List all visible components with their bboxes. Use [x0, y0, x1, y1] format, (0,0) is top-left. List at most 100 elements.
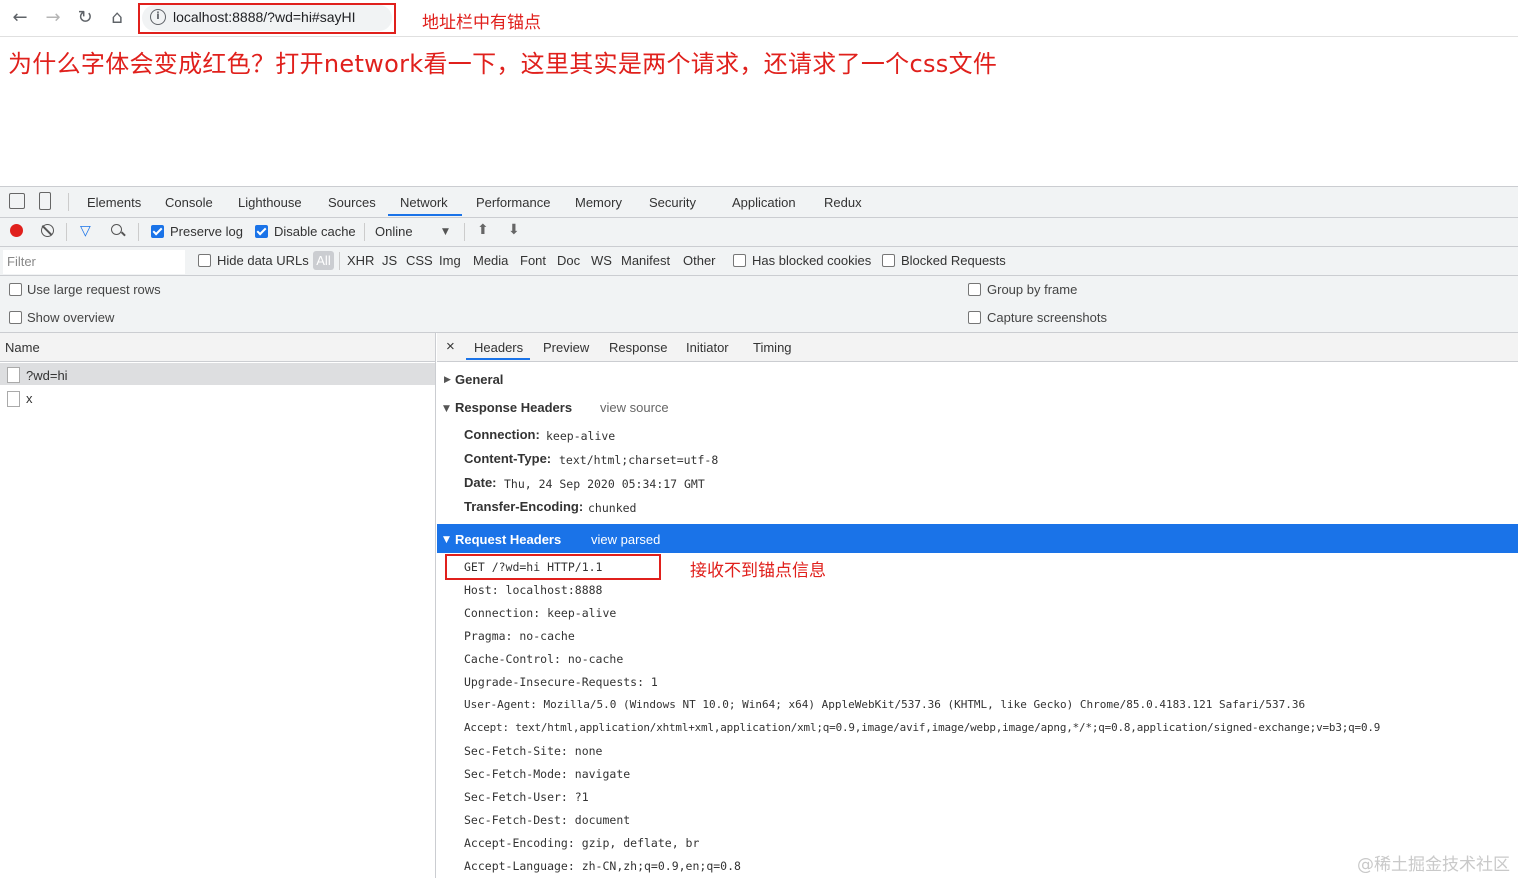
- tab-sources[interactable]: Sources: [328, 195, 376, 210]
- large-rows-checkbox[interactable]: [9, 283, 22, 296]
- show-overview-label: Show overview: [27, 310, 115, 325]
- collapse-triangle-icon[interactable]: ▼: [443, 535, 450, 545]
- tab-redux[interactable]: Redux: [824, 195, 862, 210]
- capture-screenshots-checkbox[interactable]: [968, 311, 981, 324]
- request-header-line: Cache-Control: no-cache: [464, 652, 624, 666]
- request-header-line: Accept-Language: zh-CN,zh;q=0.9,en;q=0.8: [464, 859, 741, 873]
- name-column-label: Name: [5, 340, 40, 355]
- hide-data-urls-checkbox[interactable]: [198, 254, 211, 267]
- watermark: @稀土掘金技术社区: [1357, 855, 1510, 875]
- document-icon: [7, 391, 20, 407]
- reload-icon[interactable]: ↻: [73, 6, 97, 30]
- collapse-triangle-icon[interactable]: ▼: [443, 404, 450, 414]
- header-value: chunked: [588, 501, 637, 515]
- blocked-requests-checkbox[interactable]: [882, 254, 895, 267]
- chevron-down-icon[interactable]: ▼: [442, 227, 449, 237]
- filter-type-font[interactable]: Font: [520, 253, 546, 268]
- filter-type-xhr[interactable]: XHR: [347, 253, 374, 268]
- large-rows-label: Use large request rows: [27, 282, 161, 297]
- filter-type-media[interactable]: Media: [473, 253, 508, 268]
- throttling-select[interactable]: Online: [375, 224, 413, 239]
- request-header-line: Upgrade-Insecure-Requests: 1: [464, 675, 658, 689]
- view-source-link[interactable]: view source: [600, 400, 669, 415]
- inspect-element-icon[interactable]: [9, 193, 25, 209]
- toolbar-divider: [138, 223, 139, 241]
- tab-elements[interactable]: Elements: [87, 195, 141, 210]
- header-value: keep-alive: [546, 429, 616, 443]
- response-headers-title[interactable]: Response Headers: [455, 400, 572, 415]
- tab-application[interactable]: Application: [732, 195, 796, 210]
- record-icon[interactable]: [10, 224, 23, 237]
- filter-type-doc[interactable]: Doc: [557, 253, 580, 268]
- url-highlight-box: [138, 3, 396, 34]
- show-overview-checkbox[interactable]: [9, 311, 22, 324]
- request-header-line: Sec-Fetch-Mode: navigate: [464, 767, 631, 781]
- request-line-highlight-box: [445, 554, 661, 580]
- hide-data-urls-label: Hide data URLs: [217, 253, 309, 268]
- filter-funnel-icon[interactable]: ▽: [80, 224, 91, 238]
- view-parsed-link[interactable]: view parsed: [591, 532, 660, 547]
- close-icon[interactable]: ×: [446, 338, 455, 355]
- tab-initiator[interactable]: Initiator: [686, 340, 729, 355]
- tab-preview[interactable]: Preview: [543, 340, 589, 355]
- tab-performance[interactable]: Performance: [476, 195, 550, 210]
- home-icon[interactable]: ⌂: [105, 6, 129, 30]
- filter-type-js[interactable]: JS: [382, 253, 397, 268]
- search-icon[interactable]: [111, 224, 122, 235]
- request-name[interactable]: ?wd=hi: [26, 368, 68, 383]
- active-tab-indicator: [388, 214, 462, 216]
- has-blocked-cookies-checkbox[interactable]: [733, 254, 746, 267]
- header-key: Content-Type:: [464, 451, 552, 466]
- tab-divider: [68, 193, 69, 211]
- tab-response[interactable]: Response: [609, 340, 668, 355]
- filter-divider: [339, 252, 340, 270]
- general-section-title[interactable]: General: [455, 372, 503, 387]
- name-column-header[interactable]: [0, 333, 435, 362]
- request-header-line: Host: localhost:8888: [464, 583, 603, 597]
- header-key: Transfer-Encoding:: [464, 499, 584, 514]
- tab-timing[interactable]: Timing: [753, 340, 792, 355]
- device-toolbar-icon[interactable]: [39, 192, 51, 210]
- preserve-log-checkbox[interactable]: [151, 225, 164, 238]
- filter-type-ws[interactable]: WS: [591, 253, 612, 268]
- has-blocked-cookies-label: Has blocked cookies: [752, 253, 872, 268]
- export-har-icon[interactable]: ⬇: [508, 222, 520, 238]
- header-key: Date:: [464, 475, 497, 490]
- forward-arrow-icon[interactable]: →: [41, 6, 65, 30]
- filter-type-img[interactable]: Img: [439, 253, 461, 268]
- filter-type-css[interactable]: CSS: [406, 253, 433, 268]
- request-header-line: Sec-Fetch-Site: none: [464, 744, 603, 758]
- header-value: Thu, 24 Sep 2020 05:34:17 GMT: [504, 477, 705, 491]
- capture-screenshots-label: Capture screenshots: [987, 310, 1107, 325]
- back-arrow-icon[interactable]: ←: [8, 6, 32, 30]
- toolbar-divider: [364, 223, 365, 241]
- request-headers-title[interactable]: Request Headers: [455, 532, 561, 547]
- group-by-frame-label: Group by frame: [987, 282, 1078, 297]
- tab-memory[interactable]: Memory: [575, 195, 622, 210]
- preserve-log-label: Preserve log: [170, 224, 243, 239]
- toolbar-divider: [464, 223, 465, 241]
- disable-cache-label: Disable cache: [274, 224, 356, 239]
- import-har-icon[interactable]: ⬆: [477, 222, 489, 238]
- request-header-line: Accept-Encoding: gzip, deflate, br: [464, 836, 700, 850]
- expand-triangle-icon[interactable]: ▶: [444, 375, 451, 385]
- tab-security[interactable]: Security: [649, 195, 696, 210]
- disable-cache-checkbox[interactable]: [255, 225, 268, 238]
- tab-console[interactable]: Console: [165, 195, 213, 210]
- tab-headers[interactable]: Headers: [474, 340, 523, 355]
- filter-type-manifest[interactable]: Manifest: [621, 253, 670, 268]
- blocked-requests-label: Blocked Requests: [901, 253, 1006, 268]
- request-annotation: 接收不到锚点信息: [690, 561, 826, 581]
- group-by-frame-checkbox[interactable]: [968, 283, 981, 296]
- request-name[interactable]: x: [26, 391, 33, 406]
- request-header-line: Pragma: no-cache: [464, 629, 575, 643]
- request-header-line: Connection: keep-alive: [464, 606, 617, 620]
- tab-network[interactable]: Network: [400, 195, 448, 210]
- tab-lighthouse[interactable]: Lighthouse: [238, 195, 302, 210]
- request-header-line: Accept: text/html,application/xhtml+xml,…: [464, 721, 1381, 734]
- filter-type-other[interactable]: Other: [683, 253, 716, 268]
- url-annotation: 地址栏中有锚点: [422, 13, 541, 33]
- request-header-line: User-Agent: Mozilla/5.0 (Windows NT 10.0…: [464, 698, 1306, 711]
- filter-type-all[interactable]: All: [313, 251, 334, 270]
- document-icon: [7, 367, 20, 383]
